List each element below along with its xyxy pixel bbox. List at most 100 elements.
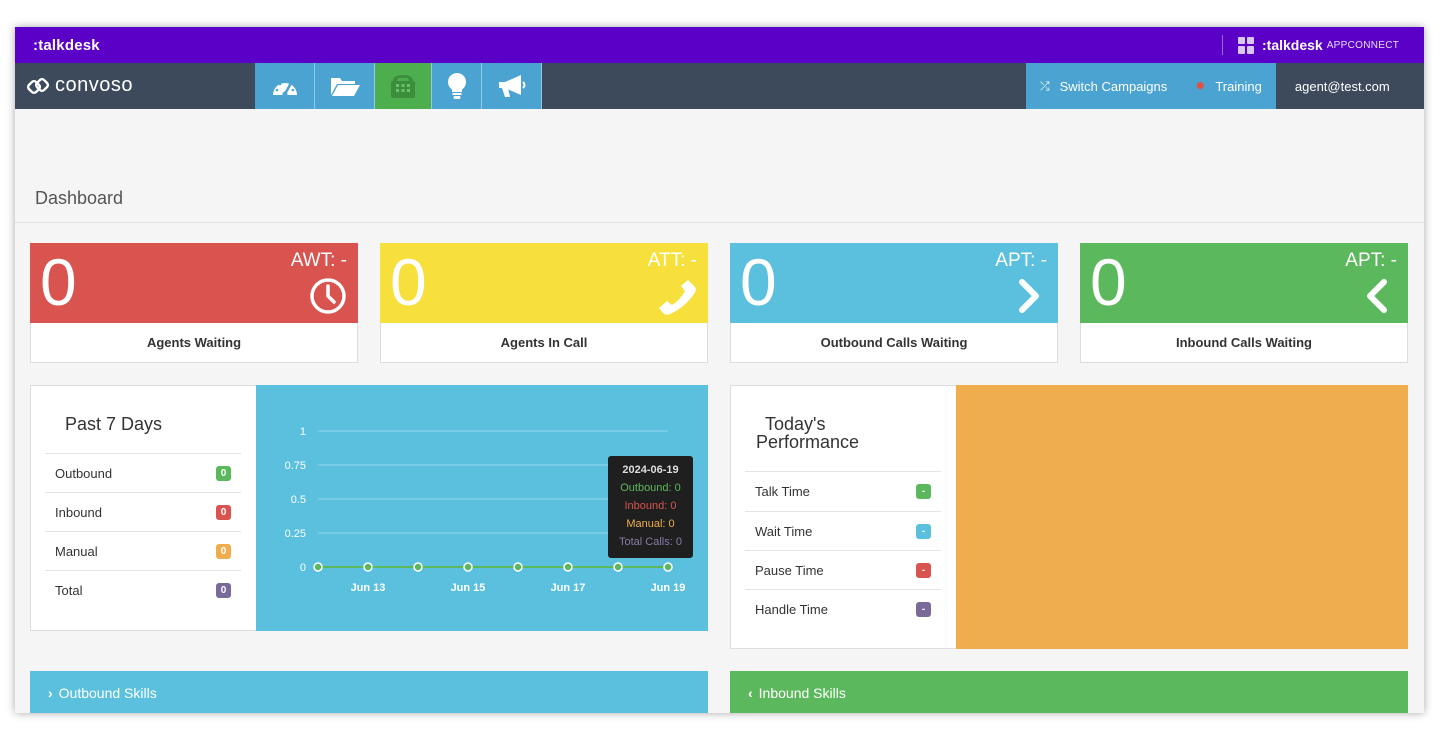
data-point — [363, 562, 373, 572]
legend-label: Total — [55, 582, 83, 598]
performance-title-line1: Today's — [765, 414, 826, 434]
tooltip-inbound: Inbound: 0 — [624, 500, 677, 512]
performance-title: Today's Performance — [756, 415, 859, 451]
nav-right-group: ⤮ Switch Campaigns ✹ Training agent@test… — [1026, 63, 1409, 109]
tooltip-outbound: Outbound: 0 — [620, 482, 681, 494]
x-tick-label: Jun 19 — [651, 582, 686, 594]
apps-grid-icon — [1238, 36, 1255, 54]
lightbulb-icon — [447, 72, 466, 99]
leads-nav-button[interactable] — [315, 63, 375, 109]
legend-row-total: Total 0 — [45, 570, 241, 609]
convoso-logo[interactable]: convoso — [27, 74, 133, 97]
chevron-right-icon — [1019, 279, 1039, 313]
megaphone-icon — [498, 75, 525, 97]
chevron-right-icon: › — [48, 685, 53, 701]
agents-waiting-card: 0 AWT: - Agents Waiting — [30, 243, 358, 363]
main-navbar: convoso ⤮ Switch Campaigns ✹ Training ag… — [15, 63, 1424, 109]
talkdesk-logo: :talkdesk — [33, 37, 100, 54]
tooltip-date: 2024-06-19 — [622, 464, 679, 476]
card-header: 0 APT: - — [1080, 243, 1408, 323]
legend-row-outbound: Outbound 0 — [45, 453, 241, 492]
perf-badge: - — [916, 562, 931, 578]
chevron-left-icon: ‹ — [748, 685, 753, 701]
perf-badge: - — [916, 523, 931, 539]
dashboard-nav-button[interactable] — [255, 63, 315, 109]
data-point — [563, 562, 573, 572]
stat-value: 0 — [1090, 245, 1127, 319]
x-tick-label: Jun 17 — [551, 582, 586, 594]
x-tick-label: Jun 15 — [451, 582, 486, 594]
phone-nav-button[interactable] — [375, 63, 432, 109]
data-point — [413, 562, 423, 572]
perf-row-pause: Pause Time - — [745, 550, 941, 589]
stat-label: Outbound Calls Waiting — [730, 323, 1058, 363]
data-point — [613, 562, 623, 572]
training-button[interactable]: ✹ Training — [1181, 63, 1276, 109]
user-menu[interactable]: agent@test.com — [1275, 63, 1409, 109]
convoso-name: convoso — [55, 74, 133, 96]
perf-badge: - — [916, 483, 931, 499]
card-header: 0 AWT: - — [30, 243, 358, 323]
page-title: Dashboard — [35, 188, 124, 208]
stat-label: Agents Waiting — [30, 323, 358, 363]
stat-label: Agents In Call — [380, 323, 708, 363]
talkdesk-header: :talkdesk :talkdesk APPCONNECT — [15, 27, 1424, 63]
phone-icon — [391, 75, 415, 98]
performance-title-line2: Performance — [756, 432, 860, 452]
tooltip-total: Total Calls: 0 — [619, 536, 682, 548]
y-tick-label: 0 — [300, 562, 306, 574]
data-point — [463, 562, 473, 572]
legend-label: Inbound — [55, 504, 102, 520]
agents-in-call-card: 0 ATT: - Agents In Call — [380, 243, 708, 363]
legend-row-manual: Manual 0 — [45, 531, 241, 570]
announcements-nav-button[interactable] — [482, 63, 542, 109]
data-point — [313, 562, 323, 572]
title-divider — [15, 222, 1424, 223]
phone-icon — [659, 280, 696, 315]
legend-row-inbound: Inbound 0 — [45, 492, 241, 531]
tips-nav-button[interactable] — [432, 63, 482, 109]
perf-badge: - — [916, 601, 931, 617]
stat-metric: ATT: - — [647, 250, 697, 271]
card-header: 0 APT: - — [730, 243, 1058, 323]
legend-label: Outbound — [55, 465, 113, 481]
chevron-left-icon — [1367, 279, 1387, 313]
gear-icon: ✹ — [1195, 79, 1206, 93]
outbound-skills-header[interactable]: › Outbound Skills — [30, 671, 708, 713]
stat-value: 0 — [390, 245, 427, 319]
inbound-skills-header[interactable]: ‹ Inbound Skills — [730, 671, 1408, 713]
stat-label: Inbound Calls Waiting — [1080, 323, 1408, 363]
legend-label: Manual — [55, 543, 98, 559]
training-label: Training — [1215, 78, 1262, 94]
speedometer-icon — [272, 80, 297, 97]
past-7-days-title: Past 7 Days — [65, 414, 163, 434]
shuffle-icon: ⤮ — [1040, 78, 1050, 93]
stat-metric: AWT: - — [290, 250, 347, 271]
switch-campaigns-button[interactable]: ⤮ Switch Campaigns — [1026, 63, 1182, 109]
past-7-days-chart[interactable]: 1 0.75 0.5 0.25 0 Jun 13 Jun 15 Jun 17 Jun 19 20… — [256, 385, 708, 631]
inbound-calls-waiting-card: 0 APT: - Inbound Calls Waiting — [1080, 243, 1408, 363]
perf-row-wait: Wait Time - — [745, 511, 941, 550]
chart-tooltip: 2024-06-19 Outbound: 0 Inbound: 0 Manual… — [608, 456, 693, 558]
legend-badge: 0 — [216, 504, 231, 520]
y-tick-label: 1 — [300, 426, 306, 438]
perf-label: Handle Time — [755, 601, 828, 617]
tooltip-manual: Manual: 0 — [626, 518, 675, 530]
legend-badge: 0 — [216, 582, 231, 598]
inbound-skills-label: Inbound Skills — [758, 685, 846, 701]
stat-value: 0 — [40, 245, 77, 319]
card-header: 0 ATT: - — [380, 243, 708, 323]
folder-open-icon — [330, 78, 360, 96]
appconnect-brand: :talkdesk — [1262, 37, 1323, 53]
perf-label: Pause Time — [755, 562, 824, 578]
performance-chart-area — [956, 385, 1408, 649]
appconnect-link[interactable]: :talkdesk APPCONNECT — [1238, 35, 1399, 55]
y-tick-label: 0.5 — [291, 494, 306, 506]
appconnect-label: APPCONNECT — [1326, 39, 1400, 51]
stat-metric: APT: - — [995, 250, 1047, 271]
y-tick-label: 0.25 — [285, 528, 306, 540]
switch-campaigns-label: Switch Campaigns — [1059, 78, 1168, 94]
outbound-skills-label: Outbound Skills — [58, 685, 157, 701]
data-point — [663, 562, 673, 572]
outbound-calls-waiting-card: 0 APT: - Outbound Calls Waiting — [730, 243, 1058, 363]
